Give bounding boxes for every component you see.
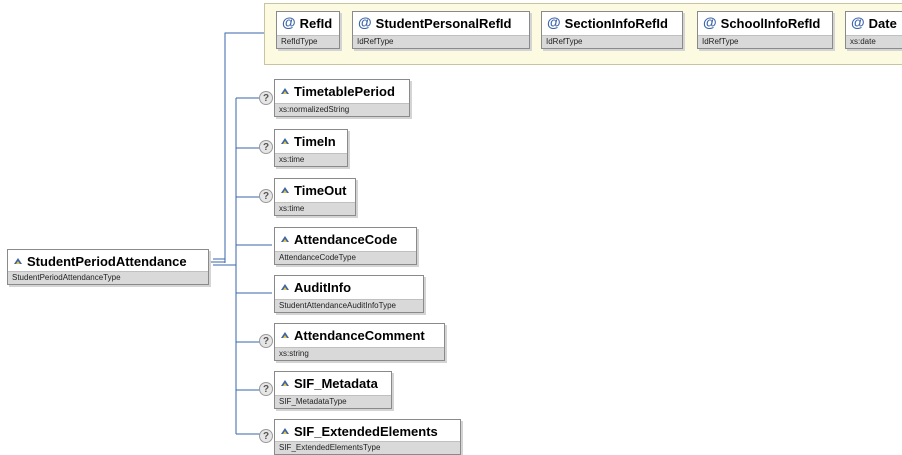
optional-icon: ? bbox=[259, 382, 273, 396]
attribute-name: SchoolInfoRefId bbox=[720, 16, 821, 31]
element-name: TimeOut bbox=[294, 183, 347, 198]
attribute-refid[interactable]: @ RefId RefIdType bbox=[276, 11, 340, 49]
attribute-type: IdRefType bbox=[698, 35, 832, 48]
element-type: xs:string bbox=[275, 347, 444, 360]
element-name: TimetablePeriod bbox=[294, 84, 395, 99]
element-icon bbox=[13, 257, 23, 265]
attribute-type: xs:date bbox=[846, 35, 902, 48]
attribute-name: StudentPersonalRefId bbox=[375, 16, 512, 31]
root-element-type: StudentPeriodAttendanceType bbox=[8, 271, 208, 284]
optional-icon: ? bbox=[259, 334, 273, 348]
attribute-name: SectionInfoRefId bbox=[564, 16, 668, 31]
at-sign-icon: @ bbox=[282, 14, 296, 30]
element-type: StudentAttendanceAuditInfoType bbox=[275, 299, 423, 312]
element-name: TimeIn bbox=[294, 134, 336, 149]
root-element-name: StudentPeriodAttendance bbox=[27, 254, 187, 269]
attribute-name: RefId bbox=[299, 16, 333, 31]
element-icon bbox=[280, 331, 290, 339]
element-type: xs:time bbox=[275, 153, 347, 166]
attribute-type: RefIdType bbox=[277, 35, 339, 48]
optional-icon: ? bbox=[259, 189, 273, 203]
element-name: AttendanceComment bbox=[294, 328, 425, 343]
element-time-in[interactable]: TimeIn xs:time bbox=[274, 129, 348, 167]
element-icon bbox=[280, 235, 290, 243]
element-type: xs:normalizedString bbox=[275, 103, 409, 116]
element-icon bbox=[280, 379, 290, 387]
root-element[interactable]: StudentPeriodAttendance StudentPeriodAtt… bbox=[7, 249, 209, 285]
sequence-icon bbox=[213, 258, 225, 266]
element-name: SIF_Metadata bbox=[294, 376, 378, 391]
element-type: xs:time bbox=[275, 202, 355, 215]
element-timetable-period[interactable]: TimetablePeriod xs:normalizedString bbox=[274, 79, 410, 117]
element-attendance-code[interactable]: AttendanceCode AttendanceCodeType bbox=[274, 227, 417, 265]
attribute-type: IdRefType bbox=[542, 35, 682, 48]
attribute-student-personal-refid[interactable]: @ StudentPersonalRefId IdRefType bbox=[352, 11, 530, 49]
optional-icon: ? bbox=[259, 429, 273, 443]
attribute-name: Date bbox=[868, 16, 897, 31]
attribute-type: IdRefType bbox=[353, 35, 529, 48]
element-icon bbox=[280, 87, 290, 95]
at-sign-icon: @ bbox=[547, 14, 561, 30]
at-sign-icon: @ bbox=[703, 14, 717, 30]
at-sign-icon: @ bbox=[358, 14, 372, 30]
attribute-date[interactable]: @ Date xs:date bbox=[845, 11, 902, 49]
at-sign-icon: @ bbox=[851, 14, 865, 30]
connector-lines bbox=[209, 32, 272, 435]
element-name: SIF_ExtendedElements bbox=[294, 424, 438, 439]
attribute-section-info-refid[interactable]: @ SectionInfoRefId IdRefType bbox=[541, 11, 683, 49]
element-name: AuditInfo bbox=[294, 280, 352, 295]
element-audit-info[interactable]: AuditInfo StudentAttendanceAuditInfoType bbox=[274, 275, 424, 313]
optional-icon: ? bbox=[259, 91, 273, 105]
element-icon bbox=[280, 137, 290, 145]
element-name: AttendanceCode bbox=[294, 232, 398, 247]
element-type: SIF_MetadataType bbox=[275, 395, 391, 408]
element-sif-extended-elements[interactable]: SIF_ExtendedElements SIF_ExtendedElement… bbox=[274, 419, 461, 455]
element-attendance-comment[interactable]: AttendanceComment xs:string bbox=[274, 323, 445, 361]
element-icon bbox=[280, 283, 290, 291]
element-sif-metadata[interactable]: SIF_Metadata SIF_MetadataType bbox=[274, 371, 392, 409]
element-icon bbox=[280, 186, 290, 194]
element-time-out[interactable]: TimeOut xs:time bbox=[274, 178, 356, 216]
optional-icon: ? bbox=[259, 140, 273, 154]
attribute-school-info-refid[interactable]: @ SchoolInfoRefId IdRefType bbox=[697, 11, 833, 49]
element-type: SIF_ExtendedElementsType bbox=[275, 441, 460, 454]
element-icon bbox=[280, 427, 290, 435]
element-type: AttendanceCodeType bbox=[275, 251, 416, 264]
